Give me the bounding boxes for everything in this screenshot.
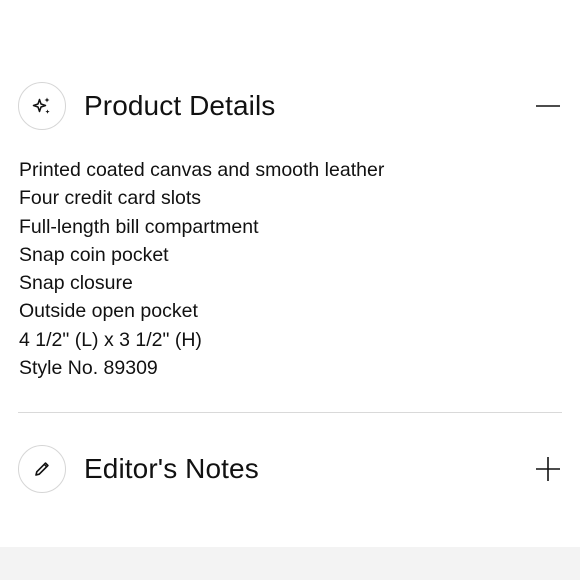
editors-notes-icon-circle bbox=[18, 445, 66, 493]
product-details-header[interactable]: Product Details bbox=[18, 80, 562, 132]
list-item: Four credit card slots bbox=[19, 187, 202, 210]
expand-toggle[interactable] bbox=[534, 455, 562, 483]
product-details-title: Product Details bbox=[84, 90, 276, 121]
list-item: Full-length bill compartment bbox=[19, 215, 259, 238]
section-divider bbox=[18, 412, 562, 413]
list-item: Snap closure bbox=[19, 272, 133, 295]
editors-notes-header[interactable]: Editor's Notes bbox=[18, 443, 562, 495]
list-item: Style No. 89309 bbox=[19, 357, 158, 380]
editors-notes-title: Editor's Notes bbox=[84, 453, 259, 484]
footer-band bbox=[0, 547, 580, 580]
minus-icon bbox=[536, 105, 560, 107]
list-item: 4 1/2" (L) x 3 1/2" (H) bbox=[19, 328, 202, 351]
product-info-accordion: Product Details Printed coated canvas an… bbox=[0, 0, 580, 580]
product-details-icon-circle bbox=[18, 82, 66, 130]
list-item: Printed coated canvas and smooth leather bbox=[19, 159, 385, 181]
list-item: Snap coin pocket bbox=[19, 243, 169, 266]
sparkle-icon bbox=[32, 97, 50, 114]
product-details-list: Printed coated canvas and smooth leather… bbox=[19, 156, 384, 382]
plus-icon bbox=[536, 457, 560, 481]
collapse-toggle[interactable] bbox=[534, 92, 562, 120]
pencil-icon bbox=[35, 462, 49, 476]
list-item: Outside open pocket bbox=[19, 300, 198, 323]
